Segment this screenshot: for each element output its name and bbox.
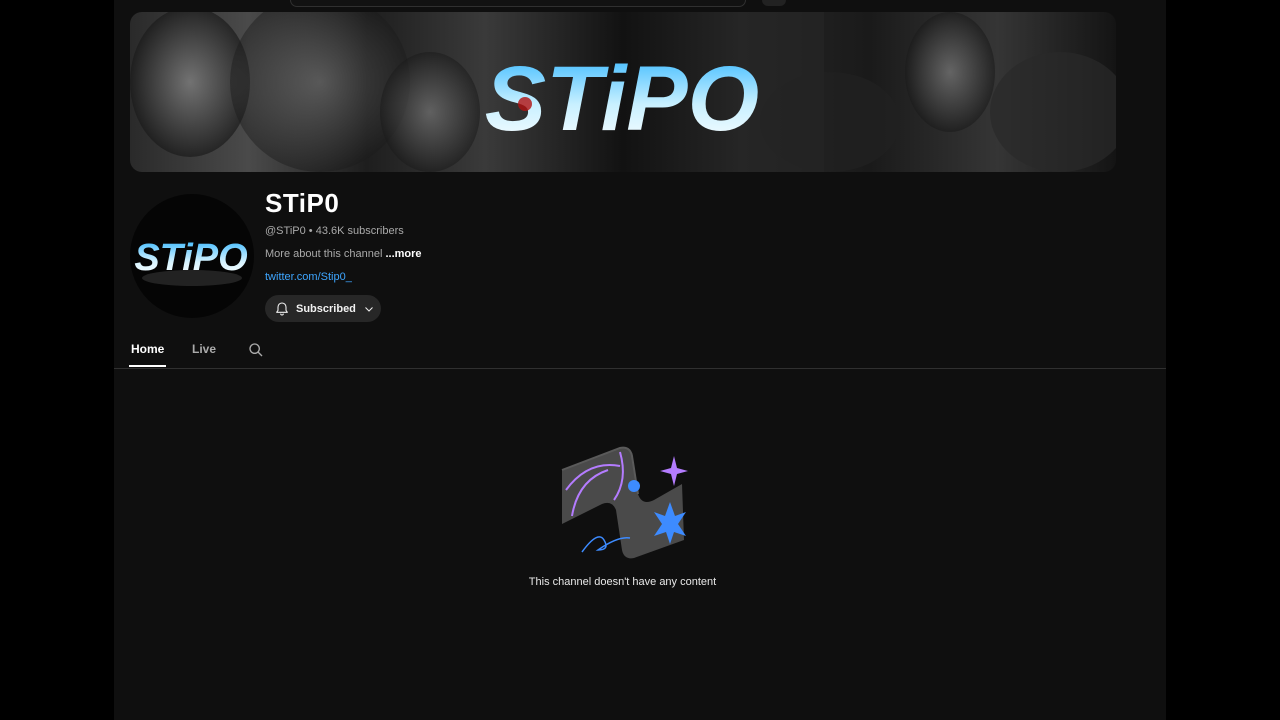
- about-more-link[interactable]: ...more: [385, 248, 421, 260]
- channel-about[interactable]: More about this channel ...more: [265, 248, 422, 260]
- avatar-logo: STiPO: [134, 237, 247, 279]
- meta-separator: •: [308, 225, 313, 237]
- channel-tabs: Home Live: [114, 332, 1166, 369]
- channel-handle: @STiP0: [265, 225, 306, 237]
- subscribed-label: Subscribed: [296, 302, 356, 315]
- banner-artwork: STiPO: [130, 12, 1116, 172]
- voice-search-button[interactable]: [762, 0, 786, 6]
- channel-link[interactable]: twitter.com/Stip0_: [265, 271, 352, 283]
- channel-banner: STiPO: [130, 12, 1116, 172]
- tab-home[interactable]: Home: [131, 342, 164, 356]
- empty-state-message: This channel doesn't have any content: [528, 576, 717, 588]
- active-tab-indicator: [129, 365, 166, 367]
- channel-avatar[interactable]: STiPO: [130, 194, 254, 318]
- chevron-down-icon: [365, 306, 373, 312]
- bell-icon: [276, 301, 288, 315]
- search-bar[interactable]: [290, 0, 746, 7]
- subscribed-button[interactable]: Subscribed: [265, 295, 381, 322]
- empty-content-illustration: [561, 446, 688, 559]
- tab-live[interactable]: Live: [192, 342, 216, 356]
- channel-name: STiP0: [265, 188, 340, 218]
- channel-meta: @STiP0 • 43.6K subscribers: [265, 225, 404, 237]
- search-icon[interactable]: [248, 342, 264, 358]
- about-text: More about this channel: [265, 248, 383, 260]
- channel-page: STiPO STiPO STiP0 @STiP0 • 43.6K subscri…: [114, 0, 1166, 720]
- subscriber-count: 43.6K subscribers: [315, 225, 404, 237]
